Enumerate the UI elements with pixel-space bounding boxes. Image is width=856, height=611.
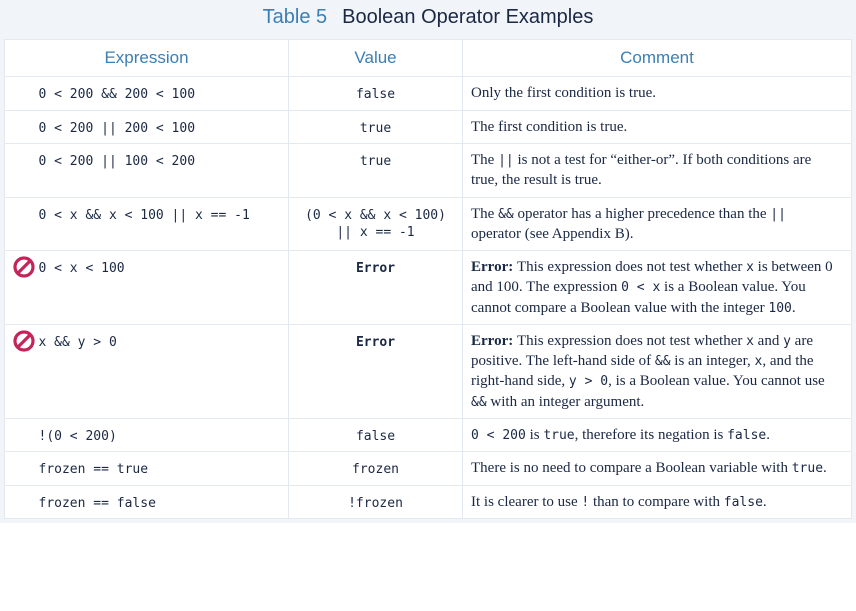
value-cell: Error	[289, 251, 463, 325]
table-number: Table 5	[263, 6, 328, 28]
value-cell: false	[289, 77, 463, 111]
table-row: 0 < 200 || 100 < 200trueThe || is not a …	[5, 144, 852, 198]
error-marker-cell	[5, 251, 39, 325]
value-cell: frozen	[289, 452, 463, 486]
table-row: x && y > 0ErrorError: This expression do…	[5, 324, 852, 418]
expression-cell: 0 < x < 100	[39, 251, 289, 325]
table-row: 0 < 200 || 200 < 100trueThe first condit…	[5, 110, 852, 144]
error-marker-cell	[5, 452, 39, 486]
table-container: Table 5 Boolean Operator Examples Expres…	[0, 0, 856, 523]
value-cell: true	[289, 110, 463, 144]
table-row: frozen == truefrozenThere is no need to …	[5, 452, 852, 486]
comment-cell: The || is not a test for “either-or”. If…	[463, 144, 852, 198]
comment-cell: Error: This expression does not test whe…	[463, 251, 852, 325]
expression-cell: 0 < 200 || 100 < 200	[39, 144, 289, 198]
table-title: Table 5 Boolean Operator Examples	[4, 0, 852, 39]
table-header-row: Expression Value Comment	[5, 40, 852, 77]
table-row: 0 < x && x < 100 || x == -1(0 < x && x <…	[5, 197, 852, 251]
table-row: frozen == false!frozenIt is clearer to u…	[5, 485, 852, 519]
col-header-comment: Comment	[463, 40, 852, 77]
col-header-value: Value	[289, 40, 463, 77]
error-marker-cell	[5, 110, 39, 144]
comment-cell: Error: This expression does not test whe…	[463, 324, 852, 418]
comment-cell: It is clearer to use ! than to compare w…	[463, 485, 852, 519]
value-cell: false	[289, 418, 463, 452]
error-marker-cell	[5, 77, 39, 111]
table-row: !(0 < 200)false0 < 200 is true, therefor…	[5, 418, 852, 452]
error-marker-cell	[5, 144, 39, 198]
error-marker-cell	[5, 324, 39, 418]
comment-cell: Only the first condition is true.	[463, 77, 852, 111]
error-marker-cell	[5, 418, 39, 452]
table-row: 0 < x < 100ErrorError: This expression d…	[5, 251, 852, 325]
comment-cell: The && operator has a higher precedence …	[463, 197, 852, 251]
error-marker-cell	[5, 197, 39, 251]
expression-cell: 0 < 200 && 200 < 100	[39, 77, 289, 111]
value-cell: Error	[289, 324, 463, 418]
expression-cell: frozen == true	[39, 452, 289, 486]
value-cell: !frozen	[289, 485, 463, 519]
error-marker-cell	[5, 485, 39, 519]
value-cell: true	[289, 144, 463, 198]
prohibit-icon	[12, 255, 36, 279]
expression-cell: !(0 < 200)	[39, 418, 289, 452]
table-row: 0 < 200 && 200 < 100falseOnly the first …	[5, 77, 852, 111]
expression-cell: x && y > 0	[39, 324, 289, 418]
comment-cell: There is no need to compare a Boolean va…	[463, 452, 852, 486]
prohibit-icon	[12, 329, 36, 353]
expression-cell: frozen == false	[39, 485, 289, 519]
comment-cell: 0 < 200 is true, therefore its negation …	[463, 418, 852, 452]
value-cell: (0 < x && x < 100) || x == -1	[289, 197, 463, 251]
expression-cell: 0 < 200 || 200 < 100	[39, 110, 289, 144]
comment-cell: The first condition is true.	[463, 110, 852, 144]
expression-cell: 0 < x && x < 100 || x == -1	[39, 197, 289, 251]
boolean-operator-table: Expression Value Comment 0 < 200 && 200 …	[4, 39, 852, 519]
col-header-expression: Expression	[5, 40, 289, 77]
table-caption: Boolean Operator Examples	[342, 6, 593, 28]
